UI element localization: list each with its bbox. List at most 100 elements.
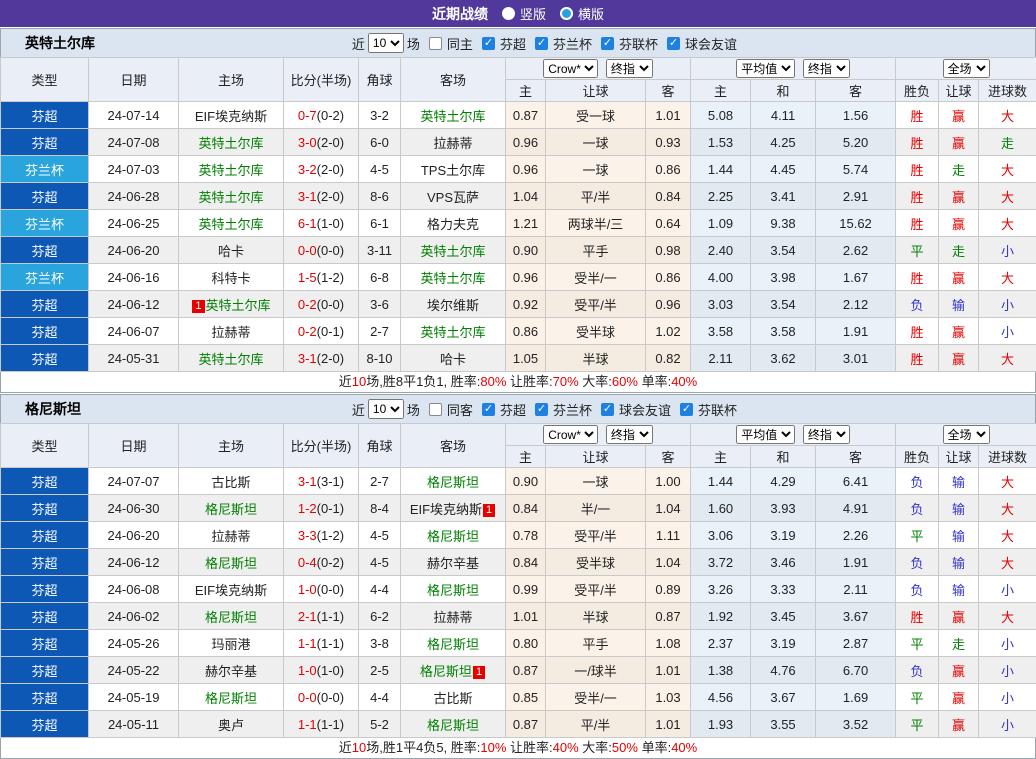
euro-avg-select[interactable]: 平均值 [736, 59, 795, 78]
same-venue-label[interactable]: 同客 [447, 400, 473, 419]
corner-score: 6-1 [359, 210, 401, 237]
team-link: 英特土尔库 [198, 352, 263, 367]
euro-odds-group: 平均值 终指 [691, 424, 896, 446]
league-checkbox-label[interactable]: 芬兰杯 [553, 400, 592, 419]
result-handicap: 赢 [939, 711, 979, 738]
halftime-score: (1-1) [317, 636, 344, 651]
euro-draw-odds: 3.62 [751, 345, 816, 372]
asia-final-select[interactable]: 终指 [606, 59, 653, 78]
asia-home-odds: 0.96 [506, 156, 546, 183]
league-checkbox-label[interactable]: 芬超 [500, 34, 526, 53]
summary-stat-value: 60% [612, 374, 638, 389]
home-team-cell: 格尼斯坦 [179, 495, 284, 522]
euro-draw-odds: 4.11 [751, 102, 816, 129]
league-checkbox[interactable]: ✓ [482, 37, 495, 50]
asia-home-odds: 1.21 [506, 210, 546, 237]
league-checkbox[interactable]: ✓ [601, 37, 614, 50]
result-handicap: 走 [939, 156, 979, 183]
euro-draw-odds: 3.19 [751, 522, 816, 549]
same-venue-label[interactable]: 同主 [447, 34, 473, 53]
euro-avg-select[interactable]: 平均值 [736, 425, 795, 444]
league-type-badge: 芬超 [1, 129, 89, 156]
league-checkbox-label[interactable]: 芬超 [500, 400, 526, 419]
halftime-score: (0-1) [317, 501, 344, 516]
league-checkbox[interactable]: ✓ [482, 403, 495, 416]
team-link: EIF埃克纳斯 [195, 583, 267, 598]
radio-label[interactable]: 竖版 [520, 4, 546, 23]
match-date: 24-06-30 [89, 495, 179, 522]
same-venue-checkbox[interactable]: ✓ [429, 403, 442, 416]
same-venue-checkbox[interactable]: ✓ [429, 37, 442, 50]
league-type-badge: 芬兰杯 [1, 156, 89, 183]
match-date: 24-05-11 [89, 711, 179, 738]
asia-handicap: 受平/半 [546, 291, 646, 318]
radio-icon[interactable] [502, 7, 515, 20]
asia-handicap: 一球 [546, 468, 646, 495]
fulltime-score: 3-0 [298, 135, 317, 150]
league-checkbox-label[interactable]: 球会友谊 [619, 400, 671, 419]
team-link: 英特土尔库 [198, 163, 263, 178]
score-cell: 0-2(0-1) [284, 318, 359, 345]
filter-bar: 近 10 场 ✓ 同客 ✓芬超 ✓芬兰杯 ✓球会友谊 ✓芬联杯 [352, 399, 737, 419]
summary-text: 大率: [579, 740, 612, 755]
team-link: 格尼斯坦 [427, 529, 479, 544]
match-date: 24-06-12 [89, 549, 179, 576]
corner-score: 3-2 [359, 102, 401, 129]
col-header-euro-draw: 和 [751, 446, 816, 468]
league-checkbox[interactable]: ✓ [535, 37, 548, 50]
result-goals: 走 [979, 129, 1036, 156]
team-link: 格尼斯坦 [205, 610, 257, 625]
match-row: 芬超24-07-08英特土尔库3-0(2-0)6-0拉赫蒂0.96一球0.931… [1, 129, 1036, 156]
col-header-date: 日期 [89, 58, 179, 102]
col-header-wdl: 胜负 [896, 446, 939, 468]
league-checkbox[interactable]: ✓ [535, 403, 548, 416]
euro-away-odds: 5.20 [816, 129, 896, 156]
radio-icon[interactable] [560, 7, 573, 20]
col-header-type: 类型 [1, 424, 89, 468]
corner-score: 3-11 [359, 237, 401, 264]
summary-text: 场,胜1平4负5, 胜率: [366, 740, 480, 755]
league-checkbox-label[interactable]: 芬联杯 [698, 400, 737, 419]
league-checkbox[interactable]: ✓ [680, 403, 693, 416]
euro-final-select[interactable]: 终指 [803, 59, 850, 78]
result-handicap: 赢 [939, 345, 979, 372]
radio-label[interactable]: 横版 [578, 4, 604, 23]
home-team-cell: 英特土尔库 [179, 210, 284, 237]
score-cell: 0-4(0-2) [284, 549, 359, 576]
euro-home-odds: 2.40 [691, 237, 751, 264]
league-type-badge: 芬超 [1, 549, 89, 576]
away-team-cell: 古比斯 [401, 684, 506, 711]
league-checkbox[interactable]: ✓ [601, 403, 614, 416]
layout-radio-horizontal[interactable]: 横版 [560, 4, 604, 23]
team-link: 英特土尔库 [420, 109, 485, 124]
home-team-cell: 赫尔辛基 [179, 657, 284, 684]
scope-select[interactable]: 全场 [943, 425, 990, 444]
match-row: 芬超24-06-20拉赫蒂3-3(1-2)4-5格尼斯坦0.78受平/半1.11… [1, 522, 1036, 549]
team-header-row: 格尼斯坦 近 10 场 ✓ 同客 ✓芬超 ✓芬兰杯 ✓球会友谊 ✓芬联杯 [0, 394, 1036, 423]
euro-away-odds: 2.87 [816, 630, 896, 657]
euro-home-odds: 2.11 [691, 345, 751, 372]
match-count-select[interactable]: 10 [368, 33, 404, 53]
scope-select[interactable]: 全场 [943, 59, 990, 78]
summary-text: 近 [339, 740, 352, 755]
result-wdl: 胜 [896, 603, 939, 630]
league-type-badge: 芬超 [1, 345, 89, 372]
bookmaker-select[interactable]: Crow* [543, 425, 598, 444]
league-checkbox-label[interactable]: 芬兰杯 [553, 34, 592, 53]
match-count-select[interactable]: 10 [368, 399, 404, 419]
layout-radio-vertical[interactable]: 竖版 [502, 4, 546, 23]
league-checkbox[interactable]: ✓ [667, 37, 680, 50]
corner-score: 4-4 [359, 684, 401, 711]
asia-final-select[interactable]: 终指 [606, 425, 653, 444]
team-link: 英特土尔库 [420, 325, 485, 340]
league-checkbox-label[interactable]: 芬联杯 [619, 34, 658, 53]
bookmaker-select[interactable]: Crow* [543, 59, 598, 78]
result-wdl: 平 [896, 522, 939, 549]
league-checkbox-label[interactable]: 球会友谊 [685, 34, 737, 53]
result-handicap: 赢 [939, 183, 979, 210]
page-title: 近期战绩 [432, 4, 488, 24]
euro-final-select[interactable]: 终指 [803, 425, 850, 444]
match-row: 芬超24-06-08EIF埃克纳斯1-0(0-0)4-4格尼斯坦0.99受平/半… [1, 576, 1036, 603]
summary-stat-value: 70% [553, 374, 579, 389]
result-goals: 小 [979, 291, 1036, 318]
